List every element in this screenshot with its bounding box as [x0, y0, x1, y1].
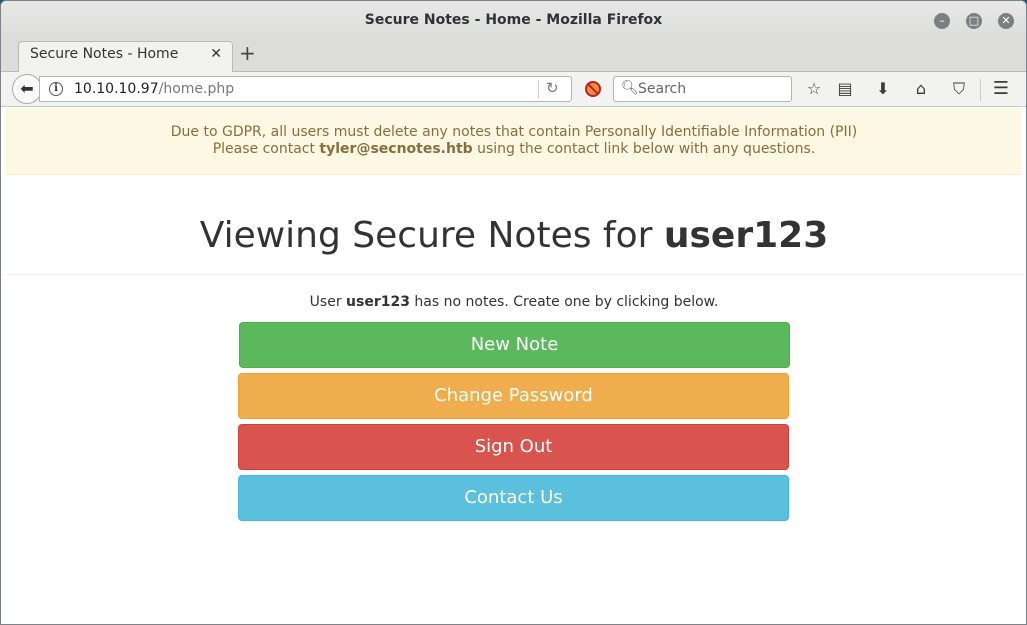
alert-line-2: Please contact tyler@secnotes.htb using … [6, 141, 1022, 158]
reading-list-icon[interactable]: ▤ [835, 79, 855, 99]
page-title: Viewing Secure Notes for user123 [6, 215, 1022, 256]
close-window-icon[interactable]: ✕ [998, 13, 1014, 29]
pocket-icon[interactable]: ⛉ [949, 79, 969, 99]
no-notes-prefix: User [309, 294, 347, 310]
search-input[interactable] [638, 78, 788, 100]
home-icon[interactable]: ⌂ [911, 79, 931, 99]
no-notes-username: user123 [346, 294, 410, 310]
tab-label: Secure Notes - Home [30, 46, 179, 62]
minimize-icon[interactable]: – [934, 13, 950, 29]
search-icon: 🔍︎ [621, 80, 639, 96]
site-info-icon[interactable]: i [49, 82, 63, 96]
download-icon[interactable]: ⬇ [873, 79, 893, 99]
alert-line-1: Due to GDPR, all users must delete any n… [170, 124, 858, 140]
blocked-content-icon[interactable] [585, 81, 601, 97]
page-title-username: user123 [663, 215, 829, 256]
new-tab-icon[interactable]: + [239, 42, 256, 64]
url-path: /home.php [158, 81, 235, 97]
maximize-icon[interactable]: □ [966, 13, 982, 29]
bookmark-star-icon[interactable]: ☆ [804, 79, 824, 99]
nav-bar: ⬅ i 10.10.10.97/home.php ↻ 🔍︎ ☆ ▤ ⬇ ⌂ ⛉ … [1, 72, 1026, 107]
url-bar[interactable]: i 10.10.10.97/home.php ↻ [39, 76, 572, 102]
hamburger-menu-icon[interactable]: ☰ [991, 79, 1011, 99]
url-host: 10.10.10.97 [74, 81, 159, 97]
no-notes-message: User user123 has no notes. Create one by… [6, 294, 1022, 310]
title-bar[interactable]: Secure Notes - Home - Mozilla Firefox – … [1, 1, 1026, 41]
tab-secure-notes-home[interactable]: Secure Notes - Home ✕ [18, 41, 233, 73]
change-password-button[interactable]: Change Password [238, 373, 789, 419]
url-text[interactable]: 10.10.10.97/home.php [74, 81, 234, 97]
sign-out-button[interactable]: Sign Out [238, 424, 789, 470]
tab-strip: Secure Notes - Home ✕ + [1, 41, 1026, 73]
toolbar-separator [980, 79, 981, 101]
browser-window: Secure Notes - Home - Mozilla Firefox – … [0, 0, 1027, 625]
contact-us-button[interactable]: Contact Us [238, 475, 789, 521]
close-tab-icon[interactable]: ✕ [210, 46, 222, 62]
search-box[interactable]: 🔍︎ [613, 76, 792, 102]
contact-email: tyler@secnotes.htb [319, 141, 473, 157]
url-separator [538, 80, 539, 98]
new-note-button[interactable]: New Note [239, 322, 790, 368]
page-title-prefix: Viewing Secure Notes for [199, 215, 664, 256]
gdpr-alert: Due to GDPR, all users must delete any n… [6, 108, 1022, 175]
alert-line-2-suffix: using the contact link below with any qu… [472, 141, 816, 157]
no-notes-suffix: has no notes. Create one by clicking bel… [409, 294, 719, 310]
back-arrow-icon[interactable]: ⬅ [12, 74, 42, 104]
reload-icon[interactable]: ↻ [546, 79, 559, 97]
window-title: Secure Notes - Home - Mozilla Firefox [364, 12, 663, 28]
page-content: Due to GDPR, all users must delete any n… [6, 108, 1022, 621]
divider [6, 274, 1022, 275]
alert-line-2-prefix: Please contact [212, 141, 320, 157]
